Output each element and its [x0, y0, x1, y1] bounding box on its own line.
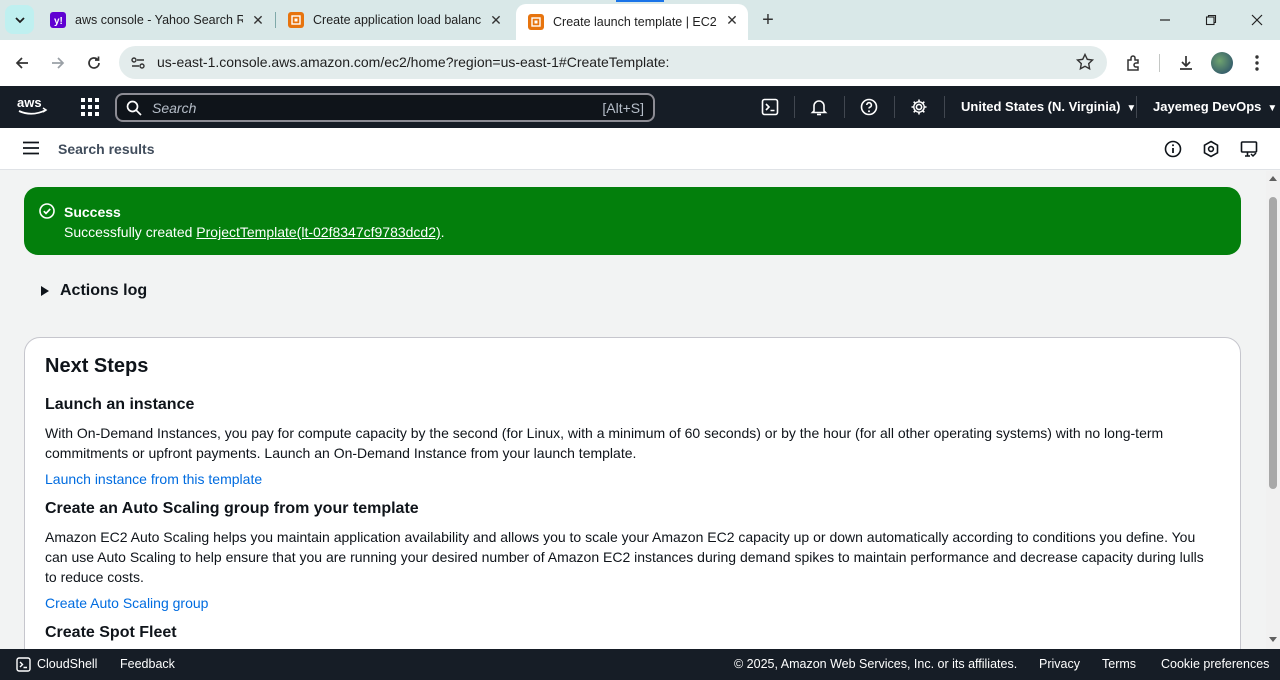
help-icon[interactable] — [859, 97, 879, 117]
url-text: us-east-1.console.aws.amazon.com/ec2/hom… — [157, 54, 670, 70]
browser-tab-launch-template[interactable]: Create launch template | EC2 | u ✕ — [516, 4, 748, 40]
main-content: Success Successfully created ProjectTemp… — [0, 171, 1266, 649]
aws-search-input[interactable]: Search [Alt+S] — [115, 93, 655, 122]
info-icon[interactable] — [1164, 140, 1182, 158]
next-steps-card: Next Steps Launch an instance With On-De… — [24, 337, 1241, 649]
flash-message: Successfully created ProjectTemplate(lt-… — [64, 224, 445, 240]
terms-link[interactable]: Terms — [1102, 657, 1136, 671]
browser-tab-strip: y! aws console - Yahoo Search Re ✕ Creat… — [0, 0, 1280, 40]
section-title-spot-fleet: Create Spot Fleet — [45, 624, 177, 641]
tab-title: aws console - Yahoo Search Re — [75, 13, 243, 27]
close-tab-icon[interactable]: ✕ — [724, 12, 740, 28]
settings-gear-icon[interactable] — [909, 97, 929, 117]
console-footer: CloudShell Feedback © 2025, Amazon Web S… — [0, 649, 1280, 680]
region-label: United States (N. Virginia) — [961, 99, 1121, 114]
search-placeholder: Search — [152, 100, 197, 116]
actions-log-label: Actions log — [60, 282, 148, 299]
flash-message-prefix: Successfully created — [64, 224, 197, 240]
close-window-icon[interactable] — [1247, 10, 1267, 30]
launch-instance-link[interactable]: Launch instance from this template — [45, 471, 262, 487]
console-subheader: Search results — [0, 128, 1280, 170]
scroll-down-arrow-icon[interactable] — [1269, 637, 1277, 642]
flash-message-suffix: . — [440, 224, 445, 240]
notifications-panel-icon[interactable] — [1202, 140, 1220, 158]
caret-right-icon — [41, 286, 49, 296]
caret-down-icon: ▼ — [1126, 103, 1137, 114]
aws-top-nav: aws Search [Alt+S] United States (N. Vir… — [0, 86, 1280, 128]
tab-title: Create application load balance — [313, 13, 481, 27]
extensions-icon[interactable] — [1123, 52, 1145, 74]
feedback-link[interactable]: Feedback — [120, 657, 175, 671]
profile-avatar[interactable] — [1211, 52, 1233, 74]
caret-down-icon: ▼ — [1267, 103, 1278, 114]
download-icon[interactable] — [1175, 52, 1197, 74]
bookmark-star-icon[interactable] — [1075, 52, 1095, 72]
section-title-auto-scaling: Create an Auto Scaling group from your t… — [45, 500, 419, 517]
nav-divider — [894, 96, 895, 118]
aws-ec2-favicon-icon — [528, 14, 544, 30]
scrollbar-thumb[interactable] — [1269, 197, 1277, 489]
create-auto-scaling-link[interactable]: Create Auto Scaling group — [45, 595, 208, 611]
cloudshell-icon[interactable] — [760, 97, 780, 117]
site-info-icon[interactable] — [129, 54, 147, 72]
search-shortcut: [Alt+S] — [602, 100, 644, 116]
page-scrollbar[interactable] — [1266, 171, 1280, 649]
browser-tab-yahoo[interactable]: y! aws console - Yahoo Search Re ✕ — [38, 4, 274, 36]
chevron-down-icon — [14, 16, 25, 23]
success-flash-banner: Success Successfully created ProjectTemp… — [24, 187, 1241, 255]
cookie-preferences-link[interactable]: Cookie preferences — [1161, 657, 1269, 671]
restore-icon[interactable] — [1201, 10, 1221, 30]
region-selector[interactable]: United States (N. Virginia) ▼ — [961, 99, 1136, 114]
search-icon — [126, 100, 142, 116]
template-link[interactable]: ProjectTemplate(lt-02f8347cf9783dcd2) — [196, 224, 440, 240]
browser-toolbar: us-east-1.console.aws.amazon.com/ec2/hom… — [0, 40, 1280, 86]
display-preferences-icon[interactable] — [1240, 140, 1258, 158]
svg-text:aws: aws — [17, 95, 42, 110]
forward-icon[interactable] — [47, 52, 69, 74]
notifications-bell-icon[interactable] — [809, 97, 829, 117]
breadcrumb[interactable]: Search results — [58, 141, 155, 157]
back-icon[interactable] — [11, 52, 33, 74]
close-tab-icon[interactable]: ✕ — [250, 12, 266, 28]
account-menu[interactable]: Jayemeg DevOps ▼ — [1153, 99, 1277, 114]
minimize-icon[interactable] — [1155, 10, 1175, 30]
address-bar[interactable]: us-east-1.console.aws.amazon.com/ec2/hom… — [119, 46, 1107, 79]
next-steps-heading: Next Steps — [45, 355, 149, 377]
toolbar-divider — [1159, 54, 1160, 72]
section-body-auto-scaling: Amazon EC2 Auto Scaling helps you mainta… — [45, 529, 1204, 585]
tab-search-button[interactable] — [5, 5, 34, 34]
nav-divider — [944, 96, 945, 118]
aws-ec2-favicon-icon — [288, 12, 304, 28]
cloudshell-link[interactable]: CloudShell — [37, 657, 97, 671]
success-check-icon — [39, 203, 55, 219]
nav-divider — [844, 96, 845, 118]
hamburger-menu-icon[interactable] — [23, 141, 39, 155]
tab-title: Create launch template | EC2 | u — [553, 15, 719, 29]
nav-divider — [1136, 96, 1137, 118]
svg-text:y!: y! — [54, 16, 63, 26]
new-tab-icon[interactable]: + — [757, 9, 779, 31]
services-grid-icon[interactable] — [80, 97, 100, 117]
tab-loading-indicator — [616, 0, 664, 2]
account-name: Jayemeg DevOps — [1153, 99, 1262, 114]
privacy-link[interactable]: Privacy — [1039, 657, 1080, 671]
browser-tab-load-balancer[interactable]: Create application load balance ✕ — [276, 4, 512, 36]
yahoo-favicon-icon: y! — [50, 12, 66, 28]
reload-icon[interactable] — [83, 52, 105, 74]
scroll-up-arrow-icon[interactable] — [1269, 176, 1277, 181]
browser-menu-icon[interactable] — [1246, 52, 1268, 74]
copyright-text: © 2025, Amazon Web Services, Inc. or its… — [734, 657, 1018, 671]
aws-logo-icon[interactable]: aws — [16, 95, 50, 117]
cloudshell-icon[interactable] — [16, 657, 31, 672]
section-body-launch-instance: With On-Demand Instances, you pay for co… — [45, 425, 1164, 461]
flash-title: Success — [64, 204, 121, 220]
section-title-launch-instance: Launch an instance — [45, 396, 195, 413]
actions-log-toggle[interactable]: Actions log — [41, 282, 147, 300]
close-tab-icon[interactable]: ✕ — [488, 12, 504, 28]
nav-divider — [794, 96, 795, 118]
